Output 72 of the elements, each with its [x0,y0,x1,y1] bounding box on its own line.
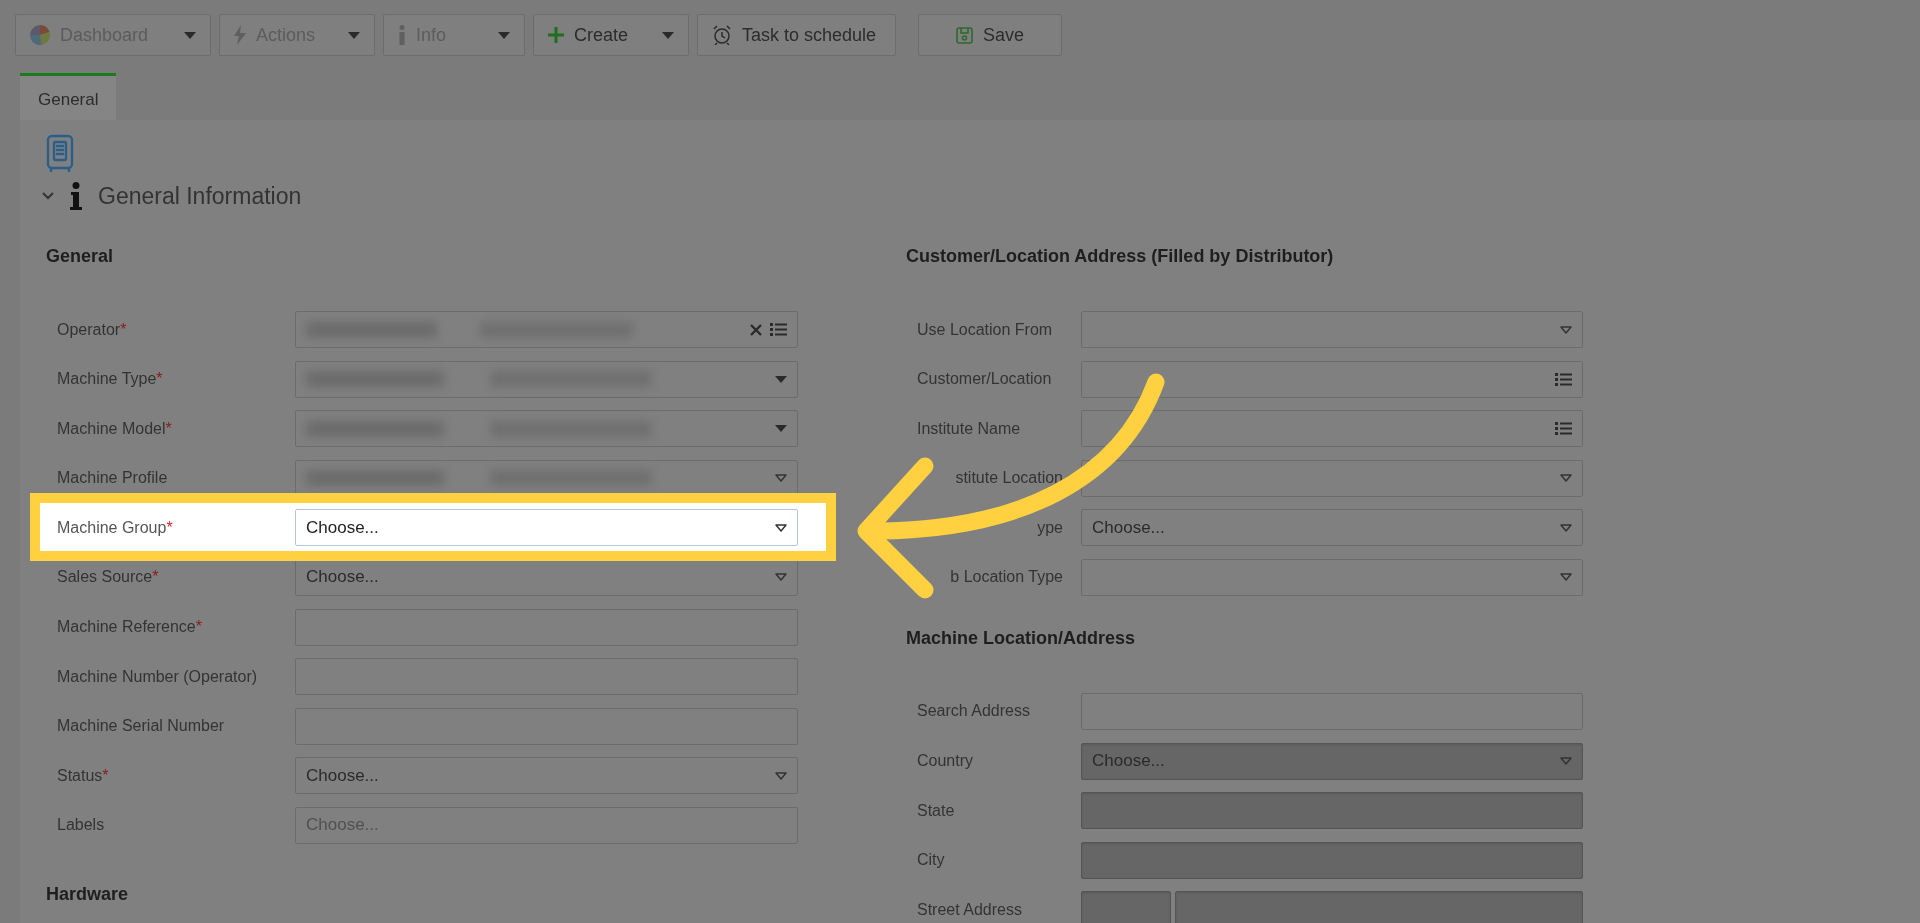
device-icon [46,134,74,174]
caret-icon [1560,573,1572,582]
field-label: Status* [57,766,110,785]
caret-icon [184,31,196,39]
caret-icon [1560,474,1572,483]
close-icon[interactable] [750,323,762,336]
field-label: b Location Type [949,568,1064,587]
field-label: ype [1036,518,1064,537]
save-icon [956,26,973,44]
field-label: Country [917,752,975,771]
select-field[interactable]: Choose... [295,757,798,795]
plus-icon [548,27,564,43]
lookup-field[interactable] [295,311,798,348]
group-heading: General [46,245,115,268]
info-icon [70,182,82,210]
select-field[interactable]: Choose... [1081,509,1583,547]
select-field[interactable] [1081,459,1583,497]
caret-icon [1560,325,1572,334]
caret-icon [498,31,510,39]
chevron-down-icon[interactable] [42,192,54,200]
caret-icon [1560,757,1572,766]
select-field[interactable] [295,410,798,448]
field-label: Search Address [917,702,1031,721]
lookup-field[interactable] [1081,360,1583,398]
caret-icon [348,31,360,39]
group-heading: Hardware [46,882,130,906]
field-label: Customer/Location [917,370,1053,389]
select-field[interactable]: Choose... [295,509,798,547]
field-label: Institute Name [917,419,1022,438]
caret-icon [775,474,787,483]
section-title: General Information [98,182,302,210]
caret-icon [775,523,787,532]
field-label: Machine Model* [57,419,173,438]
dropdown-button[interactable]: Create [533,14,689,56]
field-label: Machine Number (Operator) [57,667,259,686]
field-label: City [917,851,946,870]
caret-icon [775,375,787,383]
info-icon [398,25,406,45]
field-label: Machine Serial Number [57,717,226,736]
caret-icon [662,31,674,39]
select-field[interactable] [295,360,798,398]
field-label: Street Address [917,900,1023,919]
select-field[interactable]: Choose... [295,558,798,596]
caret-icon [775,425,787,433]
field-label: stitute Location [954,469,1064,488]
pie-chart-icon [30,25,50,45]
group-heading: Customer/Location Address (Filled by Distributor) [906,245,1335,268]
list-icon[interactable] [1555,422,1572,436]
tab[interactable]: General [20,73,117,120]
group-heading: Machine Location/Address [906,626,1137,650]
select-field[interactable] [1081,311,1583,348]
field-label: Operator* [57,320,128,339]
lookup-field[interactable] [1081,410,1583,448]
field-label: State [917,801,956,820]
field-label: Labels [57,816,106,835]
lightning-icon [234,25,246,45]
field-label: Sales Source* [57,568,160,587]
toolbar-button[interactable]: Task to schedule [697,14,896,56]
caret-icon [1560,523,1572,532]
caret-icon [775,573,787,582]
field-label: Machine Profile [57,469,169,488]
input-field[interactable] [1175,891,1583,923]
field-label: Use Location From [917,320,1054,339]
field-label: Machine Group* [57,518,174,537]
field-label: Machine Reference* [57,618,203,637]
field-label: Machine Type* [57,370,164,389]
select-field[interactable] [1081,558,1583,596]
alarm-clock-icon [712,25,732,45]
toolbar-button[interactable]: Save [918,14,1062,56]
list-icon[interactable] [770,323,787,336]
list-icon[interactable] [1555,372,1572,386]
caret-icon [775,771,787,780]
